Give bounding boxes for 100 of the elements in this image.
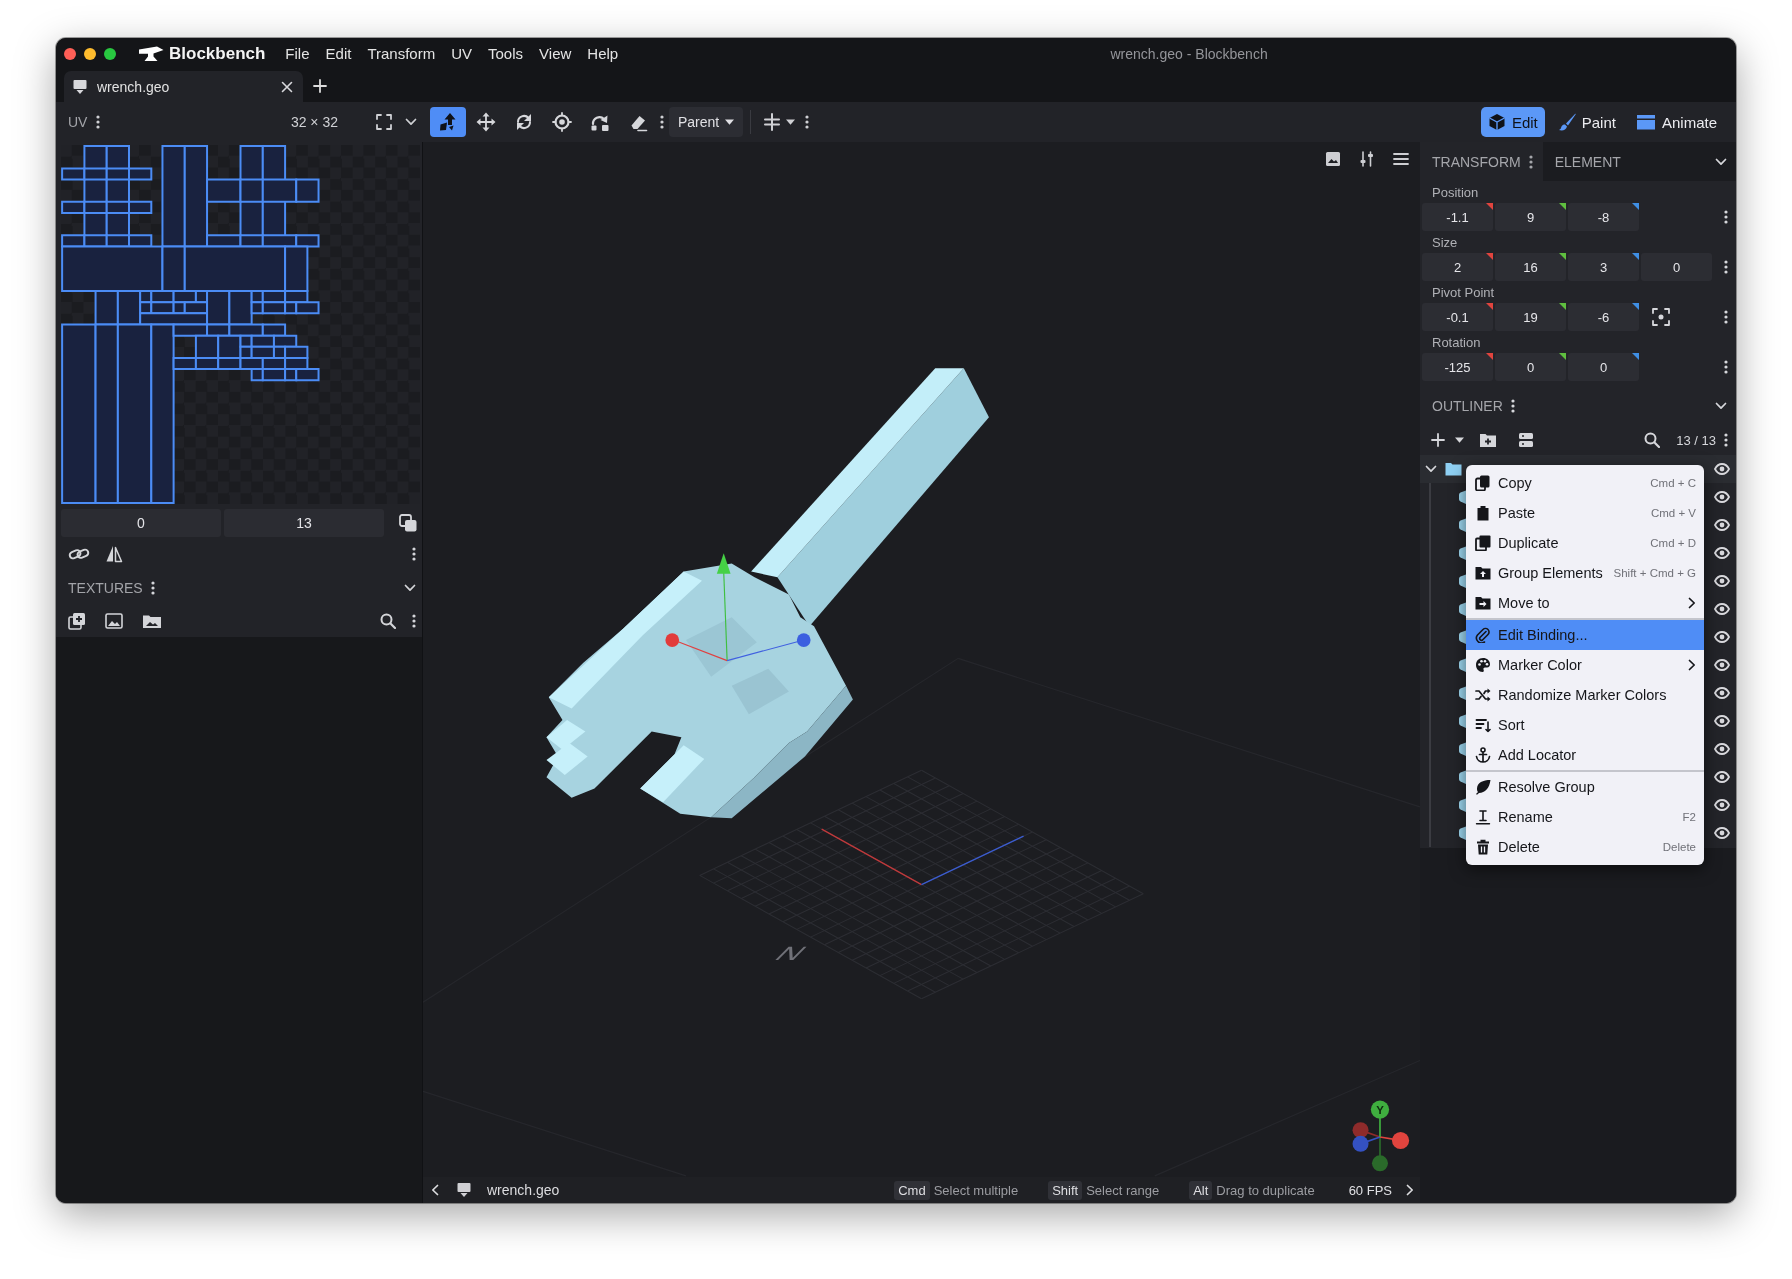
caret-icon[interactable] [1455,437,1464,443]
eye-icon[interactable] [1714,659,1730,671]
cube-icon[interactable] [1458,769,1466,785]
number-field[interactable]: 9 [1495,203,1566,231]
number-field[interactable]: -0.1 [1422,303,1493,331]
number-field[interactable]: -6 [1568,303,1639,331]
more-icon[interactable] [150,581,155,595]
eye-icon[interactable] [1714,491,1730,503]
more-icon[interactable] [96,115,101,129]
more-icon[interactable] [805,115,810,129]
uv-input[interactable]: 13 [224,509,384,537]
more-icon[interactable] [1724,210,1728,224]
plus-icon[interactable] [313,79,327,93]
more-icon[interactable] [1528,154,1533,169]
cube-icon[interactable] [1458,573,1466,589]
chevron-left-icon[interactable] [431,1184,439,1196]
collapse-icon[interactable] [1518,432,1534,448]
chevron-down-icon[interactable] [1715,402,1727,410]
image-add-icon[interactable] [105,613,123,629]
number-field[interactable]: 16 [1495,253,1566,281]
search-icon[interactable] [1644,432,1661,448]
eye-icon[interactable] [1714,715,1730,727]
eye-icon[interactable] [1714,575,1730,587]
cube-icon[interactable] [1458,825,1466,841]
menu-icon[interactable] [1393,152,1409,166]
menu-item[interactable]: Move to [1466,588,1704,618]
number-field[interactable]: -1.1 [1422,203,1493,231]
cube-icon[interactable] [1458,489,1466,505]
menu-item[interactable]: Resolve Group [1466,770,1704,802]
tool-button[interactable] [430,107,466,137]
number-field[interactable]: 0 [1568,353,1639,381]
link-icon[interactable] [68,547,90,561]
eye-icon[interactable] [1714,463,1730,475]
caret-icon[interactable] [725,119,735,125]
more-icon[interactable] [412,614,416,628]
menu-item[interactable]: View [531,45,580,62]
menu-item[interactable]: Duplicate Cmd + D [1466,528,1704,558]
menu-item[interactable]: Tools [480,45,532,62]
minimize-window-button[interactable] [84,47,96,60]
cube-icon[interactable] [1458,713,1466,729]
maximize-window-button[interactable] [104,47,116,60]
number-field[interactable]: 19 [1495,303,1566,331]
menu-item[interactable]: File [277,45,318,62]
eye-icon[interactable] [1714,687,1730,699]
uv-input[interactable]: 0 [61,509,221,537]
chevron-right-icon[interactable] [1688,597,1696,609]
number-field[interactable]: 2 [1422,253,1493,281]
eye-icon[interactable] [1714,519,1730,531]
eye-icon[interactable] [1714,827,1730,839]
mode-tab[interactable]: Paint [1550,107,1623,137]
menu-item[interactable]: Edit Binding... [1466,618,1704,650]
axis-gizmo[interactable]: Y [1352,1100,1410,1172]
cube-icon[interactable] [1458,601,1466,617]
number-field[interactable]: 0 [1641,253,1712,281]
close-window-button[interactable] [64,47,76,60]
cube-icon[interactable] [1458,741,1466,757]
cube-icon[interactable] [1458,545,1466,561]
menu-item[interactable]: Group Elements Shift + Cmd + G [1466,558,1704,588]
cube-icon[interactable] [1458,657,1466,673]
more-icon[interactable] [1724,310,1728,324]
panel-tab[interactable]: ELEMENT [1542,142,1631,181]
cube-icon[interactable] [1458,629,1466,645]
eye-icon[interactable] [1714,771,1730,783]
eye-icon[interactable] [1714,743,1730,755]
folder-icon[interactable] [1445,462,1462,476]
mode-tab[interactable]: Animate [1628,107,1724,137]
eye-icon[interactable] [1714,799,1730,811]
chevron-down-icon[interactable] [404,584,416,592]
menu-item[interactable]: Edit [317,45,360,62]
number-field[interactable]: 0 [1495,353,1566,381]
fullscreen-icon[interactable] [376,114,392,130]
cube-icon[interactable] [1458,685,1466,701]
menu-item[interactable]: Paste Cmd + V [1466,498,1704,528]
eye-icon[interactable] [1714,631,1730,643]
folder-add-icon[interactable] [1479,432,1497,448]
more-icon[interactable] [1724,360,1728,374]
chevron-down-icon[interactable] [1425,465,1437,473]
image-folder-icon[interactable] [142,613,162,629]
menu-item[interactable]: Sort [1466,710,1704,740]
menu-item[interactable]: Marker Color [1466,650,1704,680]
menu-item[interactable]: Delete Delete [1466,832,1704,862]
more-icon[interactable] [1724,260,1728,274]
number-field[interactable]: -8 [1568,203,1639,231]
chevron-down-icon[interactable] [1715,157,1727,166]
align-icon[interactable] [763,113,782,131]
number-field[interactable]: 3 [1568,253,1639,281]
menu-item[interactable]: UV [443,45,481,62]
copy-icon[interactable] [399,514,417,532]
menu-item[interactable]: Rename F2 [1466,802,1704,832]
more-icon[interactable] [1724,433,1728,447]
panel-tab[interactable]: TRANSFORM [1420,142,1543,181]
more-icon[interactable] [412,547,416,561]
search-icon[interactable] [380,613,396,629]
menu-item[interactable]: Help [579,45,627,62]
mirror-icon[interactable] [105,545,123,563]
menu-item[interactable]: Transform [359,45,444,62]
plus-icon[interactable] [1431,433,1445,447]
image-icon[interactable] [1325,151,1341,167]
sliders-icon[interactable] [1359,151,1375,167]
menu-item[interactable]: Randomize Marker Colors [1466,680,1704,710]
